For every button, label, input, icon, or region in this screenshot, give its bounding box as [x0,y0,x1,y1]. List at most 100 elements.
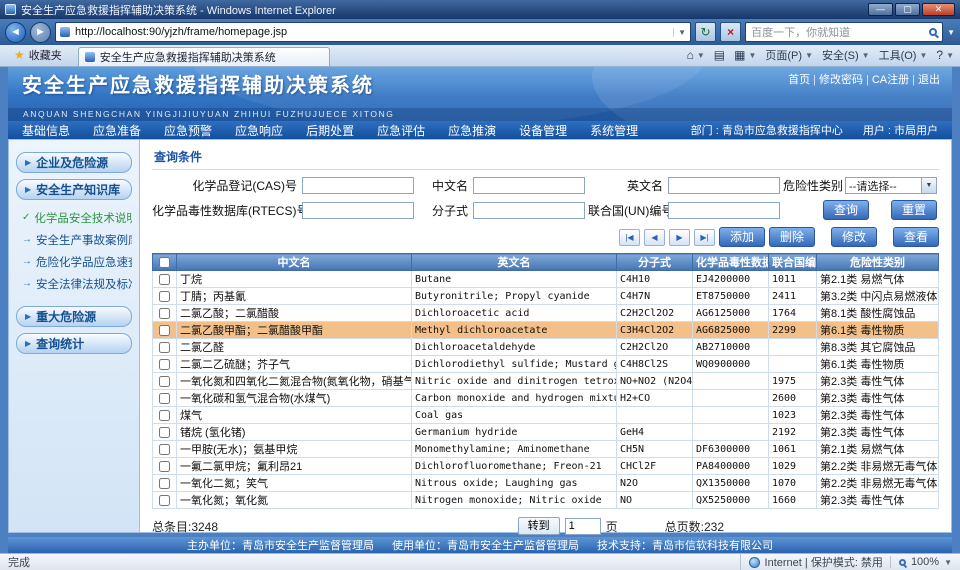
row-checkbox[interactable] [159,444,170,455]
column-header[interactable]: 分子式 [617,254,693,271]
table-row[interactable]: 二氯二乙硫醚；芥子气Dichlorodiethyl sulfide; Musta… [153,356,939,373]
page-number-input[interactable] [565,518,601,535]
row-checkbox[interactable] [159,376,170,387]
back-button[interactable]: ◄ [5,22,26,43]
address-dropdown-icon[interactable]: ▼ [673,28,686,37]
reset-button[interactable]: 重置 [891,200,937,220]
stop-button[interactable]: × [720,22,741,42]
row-checkbox[interactable] [159,461,170,472]
row-checkbox-cell [153,407,177,424]
column-header[interactable]: 危险性类别 [817,254,939,271]
minimize-button[interactable]: — [868,3,893,16]
goto-page-button[interactable]: 转到 [518,517,560,535]
table-row[interactable]: 一氧化碳和氢气混合物(水煤气)Carbon monoxide and hydro… [153,390,939,407]
close-button[interactable]: ✕ [922,3,955,16]
sidebar-item-chemical-msds[interactable]: ✓ 化学品安全技术说明书 [22,210,132,225]
cas-input[interactable] [302,177,414,194]
first-page-button[interactable]: |◀ [619,229,640,246]
delete-button[interactable]: 删除 [769,227,815,247]
table-row[interactable]: 丁烷ButaneC4H10EJ42000001011第2.1类 易燃气体 [153,271,939,288]
column-header[interactable]: 联合国编号 [769,254,817,271]
refresh-button[interactable]: ↻ [695,22,716,42]
sidebar-item-laws-standards[interactable]: → 安全法律法规及标准库 [22,276,132,291]
nav-item[interactable]: 后期处置 [306,122,354,139]
row-checkbox[interactable] [159,393,170,404]
table-row[interactable]: 一氧化氮；氧化氮Nitrogen monoxide; Nitric oxideN… [153,492,939,509]
header-link[interactable]: 首页 [788,74,810,86]
column-header[interactable]: 中文名 [177,254,412,271]
table-row[interactable]: 一氧化二氮；笑气Nitrous oxide; Laughing gasN2OQX… [153,475,939,492]
safety-menu[interactable]: 安全(S)▼ [822,47,870,63]
maximize-button[interactable]: ▢ [895,3,920,16]
favorites-button[interactable]: ★ 收藏夹 [6,45,70,66]
rtecs-input[interactable] [302,202,414,219]
table-row[interactable]: 一氟二氯甲烷；氟利昂21Dichlorofluoromethane; Freon… [153,458,939,475]
nav-item[interactable]: 应急推演 [448,122,496,139]
print-button[interactable]: ▦▼ [734,48,756,62]
add-button[interactable]: 添加 [719,227,765,247]
nav-item[interactable]: 应急响应 [235,122,283,139]
row-checkbox[interactable] [159,478,170,489]
row-checkbox[interactable] [159,359,170,370]
search-button[interactable]: 查询 [823,200,869,220]
next-page-button[interactable]: ▶ [669,229,690,246]
hazard-class-select[interactable]: --请选择-- ▼ [845,177,937,194]
sidebar-group-enterprise[interactable]: ▶ 企业及危险源 [16,152,132,173]
cn-name-input[interactable] [473,177,585,194]
column-header[interactable]: 化学品毒性数据… [693,254,769,271]
last-page-button[interactable]: ▶| [694,229,715,246]
prev-page-button[interactable]: ◀ [644,229,665,246]
sidebar-item-quick-reference[interactable]: → 危险化学品应急速查手... [22,254,132,269]
nav-item[interactable]: 系统管理 [590,122,638,139]
table-row[interactable]: 二氯乙酸；二氯醋酸Dichloroacetic acidC2H2Cl2O2AG6… [153,305,939,322]
modify-button[interactable]: 修改 [831,227,877,247]
row-checkbox[interactable] [159,495,170,506]
command-bar: ⌂▼ ▤ ▦▼ 页面(P)▼ 安全(S)▼ 工具(O)▼ ?▼ [687,47,954,66]
search-dropdown-icon[interactable]: ▼ [947,28,955,37]
table-row[interactable]: 煤气Coal gas1023第2.3类 毒性气体 [153,407,939,424]
search-icon[interactable] [929,28,937,36]
table-row[interactable]: 一氧化氮和四氧化二氮混合物(氮氧化物，硝基气，氧化氮气体)Nitric oxid… [153,373,939,390]
page-menu[interactable]: 页面(P)▼ [765,47,813,63]
un-number-input[interactable] [668,202,780,219]
sidebar-group-major-hazard[interactable]: ▶ 重大危险源 [16,306,132,327]
view-button[interactable]: 查看 [893,227,939,247]
nav-item[interactable]: 应急预警 [164,122,212,139]
sidebar-group-knowledge[interactable]: ▶ 安全生产知识库 [16,179,132,200]
en-name-input[interactable] [668,177,780,194]
row-checkbox[interactable] [159,274,170,285]
nav-item[interactable]: 基础信息 [22,122,70,139]
row-checkbox[interactable] [159,325,170,336]
sidebar-item-accident-cases[interactable]: → 安全生产事故案例库 [22,232,132,247]
nav-item[interactable]: 应急准备 [93,122,141,139]
header-link[interactable]: 修改密码 [819,74,863,86]
select-all-checkbox[interactable] [159,257,170,268]
row-checkbox[interactable] [159,427,170,438]
header-link[interactable]: CA注册 [872,74,909,86]
feeds-button[interactable]: ▤ [714,48,725,62]
column-header[interactable]: 英文名 [412,254,617,271]
sidebar-group-statistics[interactable]: ▶ 查询统计 [16,333,132,354]
table-row[interactable]: 二氯乙醛DichloroacetaldehydeC2H2Cl2OAB271000… [153,339,939,356]
forward-button[interactable]: ► [30,22,51,43]
table-row[interactable]: 锗烷 (氢化锗)Germanium hydrideGeH42192第2.3类 毒… [153,424,939,441]
table-row[interactable]: 二氯乙酸甲酯；二氯醋酸甲酯Methyl dichloroacetateC3H4C… [153,322,939,339]
zoom-control[interactable]: 100% ▼ [890,556,952,568]
search-box[interactable]: 百度一下，你就知道 [745,22,943,42]
row-checkbox-cell [153,441,177,458]
home-button[interactable]: ⌂▼ [687,48,705,62]
formula-input[interactable] [473,202,585,219]
browser-tab[interactable]: 安全生产应急救援指挥辅助决策系统 [78,47,330,66]
table-row[interactable]: 丁腈；丙基氰Butyronitrile; Propyl cyanideC4H7N… [153,288,939,305]
row-checkbox[interactable] [159,308,170,319]
row-checkbox[interactable] [159,410,170,421]
header-link[interactable]: 退出 [918,74,940,86]
nav-item[interactable]: 设备管理 [519,122,567,139]
tools-menu[interactable]: 工具(O)▼ [879,47,928,63]
row-checkbox[interactable] [159,342,170,353]
row-checkbox[interactable] [159,291,170,302]
help-menu[interactable]: ?▼ [936,48,954,62]
nav-item[interactable]: 应急评估 [377,122,425,139]
address-bar[interactable]: http://localhost:90/yjzh/frame/homepage.… [55,22,691,42]
table-row[interactable]: 一甲胺(无水)；氨基甲烷Monomethylamine; Aminomethan… [153,441,939,458]
